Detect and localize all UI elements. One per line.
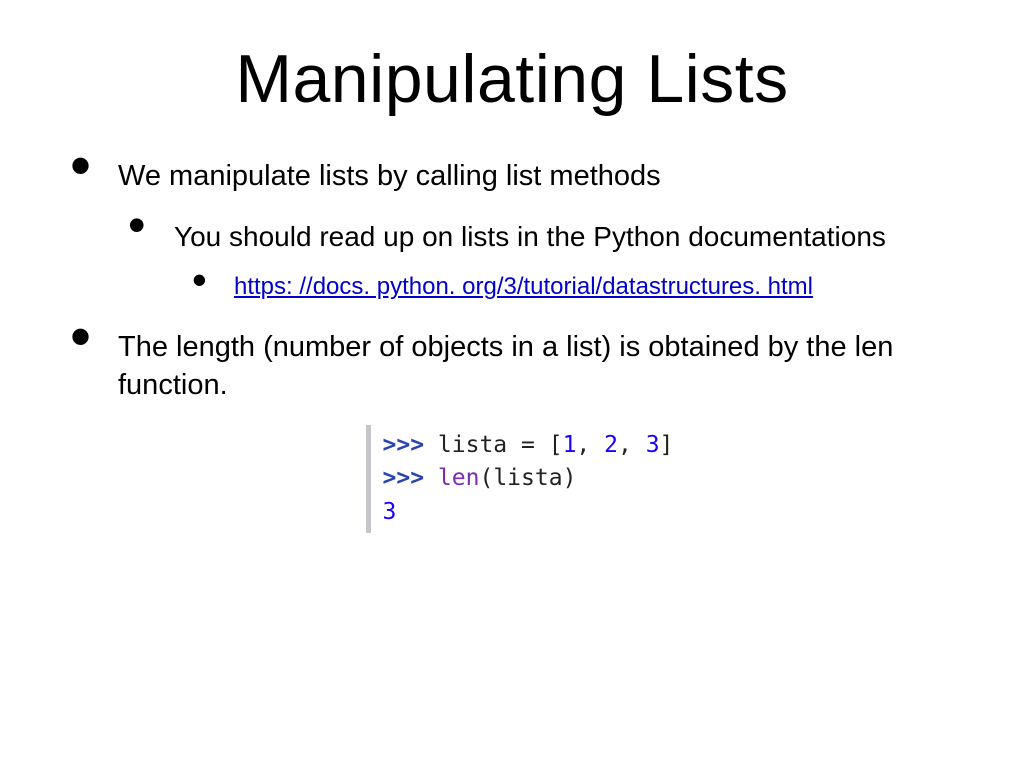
code-line-1: >>> lista = [1, 2, 3]: [383, 429, 713, 462]
code-ident: lista: [438, 432, 507, 458]
bullet-1-1-text: You should read up on lists in the Pytho…: [174, 218, 964, 256]
bullet-1-text: We manipulate lists by calling list meth…: [118, 158, 964, 196]
code-line-3: 3: [383, 496, 713, 529]
prompt: >>>: [383, 465, 425, 491]
bullet-2: The length (number of objects in a list)…: [60, 329, 964, 532]
bullet-1-1-sublist: https: //docs. python. org/3/tutorial/da…: [174, 273, 964, 301]
docs-link[interactable]: https: //docs. python. org/3/tutorial/da…: [234, 273, 813, 300]
code-line-2: >>> len(lista): [383, 462, 713, 495]
bullet-1-1: You should read up on lists in the Pytho…: [118, 218, 964, 302]
bullet-list: We manipulate lists by calling list meth…: [60, 158, 964, 533]
bullet-1: We manipulate lists by calling list meth…: [60, 158, 964, 301]
code-example: >>> lista = [1, 2, 3] >>> len(lista) 3: [366, 425, 717, 533]
prompt: >>>: [383, 432, 425, 458]
code-func: len: [438, 465, 480, 491]
code-output: 3: [383, 499, 397, 525]
bullet-1-sublist: You should read up on lists in the Pytho…: [118, 218, 964, 302]
slide: Manipulating Lists We manipulate lists b…: [0, 0, 1024, 601]
bullet-2-text: The length (number of objects in a list)…: [118, 329, 964, 404]
slide-title: Manipulating Lists: [60, 40, 964, 118]
bullet-1-1-1: https: //docs. python. org/3/tutorial/da…: [174, 273, 964, 301]
